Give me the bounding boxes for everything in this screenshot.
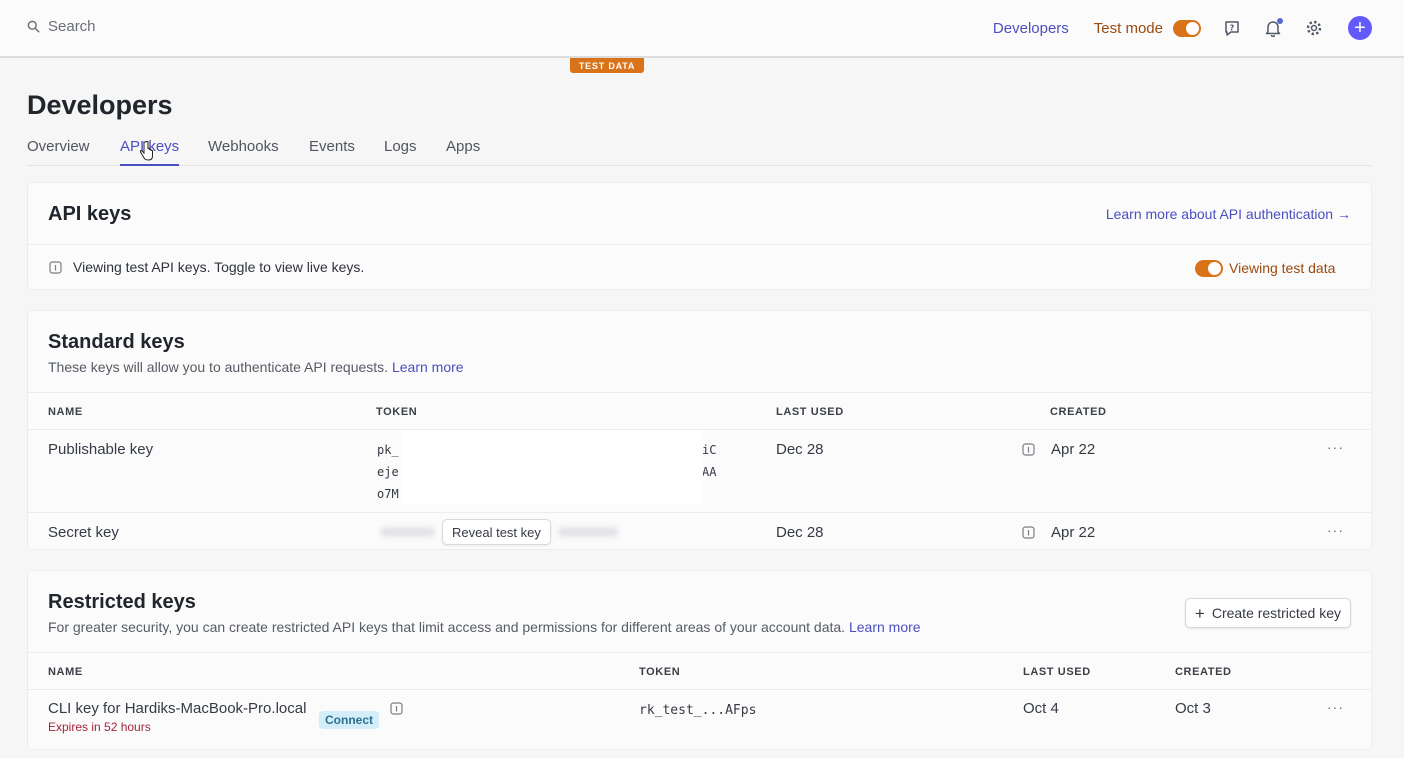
restricted-keys-description: For greater security, you can create res… xyxy=(48,619,921,635)
divider xyxy=(28,392,1371,393)
learn-more-api-auth-link[interactable]: Learn more about API authentication → xyxy=(1106,206,1351,222)
restricted-keys-desc-text: For greater security, you can create res… xyxy=(48,619,846,635)
search-icon xyxy=(27,20,40,33)
more-options-icon[interactable]: ··· xyxy=(1327,439,1344,455)
token-line[interactable]: pk_ xyxy=(377,443,399,457)
standard-keys-learn-more-link[interactable]: Learn more xyxy=(392,359,464,375)
test-keys-notice: Viewing test API keys. Toggle to view li… xyxy=(73,259,365,275)
plus-icon[interactable]: + xyxy=(1348,16,1372,40)
reveal-test-key-button[interactable]: Reveal test key xyxy=(442,519,551,545)
divider xyxy=(28,244,1371,245)
info-icon[interactable] xyxy=(390,702,403,715)
search-bar[interactable]: Search xyxy=(27,18,96,35)
divider xyxy=(28,689,1371,690)
test-data-badge: TEST DATA xyxy=(570,58,644,73)
last-used: Dec 28 xyxy=(776,524,824,541)
gear-icon[interactable] xyxy=(1304,18,1324,38)
search-placeholder[interactable]: Search xyxy=(48,18,96,35)
api-keys-title: API keys xyxy=(48,203,132,225)
help-icon[interactable]: ? xyxy=(1222,18,1242,38)
tab-logs[interactable]: Logs xyxy=(384,138,417,166)
col-last-used: LAST USED xyxy=(1023,666,1091,678)
test-mode-label: Test mode xyxy=(1093,19,1163,37)
notification-dot xyxy=(1277,18,1283,24)
top-bar: Search Developers Test mode ? + xyxy=(0,0,1404,58)
key-name: Secret key xyxy=(48,524,119,541)
plus-icon: + xyxy=(1194,603,1205,623)
developers-link[interactable]: Developers xyxy=(993,20,1069,37)
standard-keys-description: These keys will allow you to authenticat… xyxy=(48,359,464,375)
blurred-token xyxy=(558,527,618,537)
col-token: TOKEN xyxy=(639,666,681,678)
info-icon[interactable] xyxy=(1022,443,1035,456)
key-name[interactable]: CLI key for Hardiks-MacBook-Pro.local xyxy=(48,700,306,717)
blurred-token xyxy=(380,527,435,537)
expires-text: Expires in 52 hours xyxy=(48,720,151,734)
more-options-icon[interactable]: ··· xyxy=(1327,699,1344,715)
col-last-used: LAST USED xyxy=(776,406,844,418)
api-keys-card: API keys Learn more about API authentica… xyxy=(27,182,1372,290)
mouse-cursor-icon xyxy=(140,141,153,161)
page-title: Developers xyxy=(27,90,173,120)
col-name: NAME xyxy=(48,406,83,418)
info-icon xyxy=(49,261,62,274)
col-token: TOKEN xyxy=(376,406,418,418)
col-name: NAME xyxy=(48,666,83,678)
col-created: CREATED xyxy=(1050,406,1107,418)
restricted-keys-card: Restricted keys For greater security, yo… xyxy=(27,570,1372,750)
col-created: CREATED xyxy=(1175,666,1232,678)
restricted-keys-learn-more-link[interactable]: Learn more xyxy=(849,619,921,635)
more-options-icon[interactable]: ··· xyxy=(1327,522,1344,538)
viewing-test-data-label: Viewing test data xyxy=(1229,260,1336,276)
divider xyxy=(28,512,1371,513)
created-date: Apr 22 xyxy=(1051,524,1096,541)
test-mode-toggle[interactable] xyxy=(1173,19,1201,37)
svg-text:?: ? xyxy=(1230,24,1235,33)
tab-events[interactable]: Events xyxy=(309,138,355,166)
tab-webhooks[interactable]: Webhooks xyxy=(208,138,279,166)
restricted-keys-title: Restricted keys xyxy=(48,591,196,613)
token-value[interactable]: rk_test_...AFps xyxy=(639,703,756,718)
token-redaction xyxy=(401,430,703,504)
info-icon[interactable] xyxy=(1022,526,1035,539)
created-date: Apr 22 xyxy=(1051,441,1096,458)
standard-keys-desc-text: These keys will allow you to authenticat… xyxy=(48,359,389,375)
view-test-data-toggle[interactable] xyxy=(1195,260,1223,277)
connect-badge: Connect xyxy=(319,711,379,729)
last-used: Oct 4 xyxy=(1023,700,1059,717)
divider xyxy=(28,652,1371,653)
key-name: Publishable key xyxy=(48,441,154,458)
standard-keys-card: Standard keys These keys will allow you … xyxy=(27,310,1372,550)
standard-keys-title: Standard keys xyxy=(48,331,185,353)
token-line[interactable]: iC xyxy=(702,443,716,457)
top-right-actions: Developers Test mode ? + xyxy=(993,14,1372,42)
create-restricted-key-label: Create restricted key xyxy=(1211,605,1341,621)
token-line[interactable]: o7M xyxy=(377,487,399,501)
last-used: Dec 28 xyxy=(776,441,824,458)
tab-bar: Overview API keys Webhooks Events Logs A… xyxy=(27,133,1371,166)
tab-overview[interactable]: Overview xyxy=(27,138,90,166)
token-line[interactable]: eje xyxy=(377,465,399,479)
create-restricted-key-button[interactable]: + Create restricted key xyxy=(1184,598,1351,628)
token-line[interactable]: AA xyxy=(702,465,716,479)
bell-icon[interactable] xyxy=(1263,18,1283,38)
created-date: Oct 3 xyxy=(1175,700,1211,717)
tab-apps[interactable]: Apps xyxy=(446,138,480,166)
